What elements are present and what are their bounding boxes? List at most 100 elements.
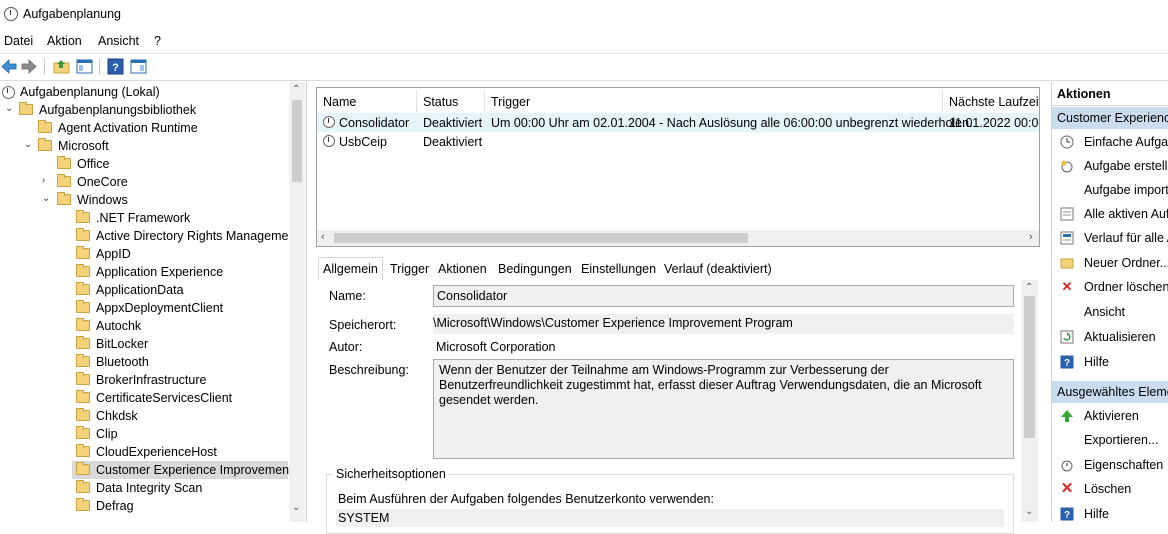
scrollbar-thumb[interactable] [292,100,302,182]
tree-item-brokerinfrastructure[interactable]: BrokerInfrastructure [0,371,290,389]
tree-item-clip[interactable]: Clip [0,425,290,443]
tree-item-bitlocker[interactable]: BitLocker [0,335,290,353]
actions-section-folder[interactable]: Customer Experience [1052,107,1168,129]
folder-icon [76,426,90,439]
tree-scrollbar[interactable]: ⌃ ⌄ [289,82,305,522]
folder-up-icon[interactable] [53,58,70,75]
tab-allgemein[interactable]: Allgemein [318,257,383,281]
tree-item-bluetooth[interactable]: Bluetooth [0,353,290,371]
tab-trigger[interactable]: Trigger [386,259,433,279]
detail-scrollbar[interactable]: ⌃ ⌄ [1021,280,1038,522]
menu-datei[interactable]: Datei [4,34,33,48]
action-import-task[interactable]: Aufgabe import [1052,179,1168,201]
column-header-trigger[interactable]: Trigger [485,90,943,112]
action-label: Eigenschaften [1084,458,1164,472]
properties-icon [1060,458,1074,472]
action-refresh[interactable]: Aktualisieren [1052,326,1168,348]
tree-item-library[interactable]: ⌄ Aufgabenplanungsbibliothek [0,101,290,119]
chevron-right-icon[interactable]: › [42,175,45,186]
scroll-down-icon[interactable]: ⌄ [292,502,300,513]
action-label: Verlauf für alle A [1084,231,1168,245]
task-name: Consolidator [339,116,410,130]
column-header-status[interactable]: Status [417,90,485,112]
chevron-down-icon[interactable]: ⌄ [5,103,13,114]
tree-item-onecore[interactable]: › OneCore [0,173,290,191]
action-new-folder[interactable]: Neuer Ordner... [1052,252,1168,274]
menu-aktion[interactable]: Aktion [47,34,82,48]
scrollbar-thumb[interactable] [1024,296,1035,438]
menu-help[interactable]: ? [154,34,161,48]
action-properties[interactable]: Eigenschaften [1052,454,1168,476]
name-field[interactable]: Consolidator [433,285,1014,307]
tab-aktionen[interactable]: Aktionen [434,259,491,279]
tree-item-customer-experience[interactable]: Customer Experience Improvement P [72,461,304,479]
enable-icon [1060,409,1074,423]
action-enable[interactable]: Aktivieren [1052,405,1168,427]
active-tasks-icon [1060,207,1074,221]
author-field[interactable]: Microsoft Corporation [436,340,1014,358]
tab-einstellungen[interactable]: Einstellungen [577,259,660,279]
tree-item-agent-activation-runtime[interactable]: Agent Activation Runtime [0,119,290,137]
tree-item-certificateservicesclient[interactable]: CertificateServicesClient [0,389,290,407]
location-value: \Microsoft\Windows\Customer Experience I… [433,316,793,330]
tree-item-application-experience[interactable]: Application Experience [0,263,290,281]
table-row[interactable]: UsbCeip Deaktiviert [317,132,1039,151]
tree-item-appid[interactable]: AppID [0,245,290,263]
action-active-tasks[interactable]: Alle aktiven Auf [1052,203,1168,225]
scrollbar-thumb[interactable] [334,233,748,243]
column-header-name[interactable]: Name [317,90,417,112]
tree-item-appxdeploymentclient[interactable]: AppxDeploymentClient [0,299,290,317]
action-pane-icon[interactable] [130,58,147,75]
tree-item-active-directory[interactable]: Active Directory Rights Management [0,227,299,245]
task-scheduler-icon [2,86,15,99]
history-icon [1060,231,1074,245]
security-account-label: Beim Ausführen der Aufgaben folgendes Be… [338,492,714,506]
scroll-up-icon[interactable]: ⌃ [1025,282,1033,293]
action-history[interactable]: Verlauf für alle A [1052,227,1168,249]
action-help-selected[interactable]: ? Hilfe [1052,503,1168,522]
action-basic-task[interactable]: Einfache Aufgab [1052,131,1168,153]
help-icon[interactable]: ? [107,58,124,75]
table-row[interactable]: Consolidator Deaktiviert Um 00:00 Uhr am… [317,113,1039,132]
security-account-field[interactable]: SYSTEM [336,509,1004,527]
tab-bedingungen[interactable]: Bedingungen [494,259,576,279]
console-tree-icon[interactable] [76,58,93,75]
tree-item-windows[interactable]: ⌄ Windows [0,191,290,209]
tree-item-autochk[interactable]: Autochk [0,317,290,335]
action-help[interactable]: ? Hilfe [1052,351,1168,373]
tree-item-label: .NET Framework [96,211,191,225]
chevron-down-icon[interactable]: ⌄ [24,139,32,150]
tree-item-cloudexperiencehost[interactable]: CloudExperienceHost [0,443,290,461]
action-create-task[interactable]: Aufgabe erstelle [1052,155,1168,177]
location-field[interactable]: \Microsoft\Windows\Customer Experience I… [433,314,1014,334]
folder-icon [76,444,90,457]
scroll-down-icon[interactable]: ⌄ [1025,506,1033,517]
action-view[interactable]: Ansicht [1052,301,1168,323]
scroll-up-icon[interactable]: ⌃ [292,84,300,95]
tree-item-label: Clip [96,427,118,441]
tree-item-defrag[interactable]: Defrag [0,497,290,515]
tree-item-chkdsk[interactable]: Chkdsk [0,407,290,425]
scroll-left-icon[interactable]: ‹ [321,231,325,243]
actions-section-selected[interactable]: Ausgewähltes Eleme [1052,381,1168,403]
tree-item-data-integrity-scan[interactable]: Data Integrity Scan [0,479,290,497]
tree-item-office[interactable]: Office [0,155,290,173]
tree-item-microsoft[interactable]: ⌄ Microsoft [0,137,290,155]
action-export[interactable]: Exportieren... [1052,429,1168,451]
forward-arrow-icon[interactable] [21,58,38,75]
action-delete[interactable]: ✕ Löschen [1052,478,1168,500]
tree-item-applicationdata[interactable]: ApplicationData [0,281,290,299]
list-hscrollbar[interactable]: ‹ › [317,230,1039,246]
menu-ansicht[interactable]: Ansicht [98,34,139,48]
tab-verlauf[interactable]: Verlauf (deaktiviert) [660,259,776,279]
action-label: Aktualisieren [1084,330,1156,344]
chevron-down-icon[interactable]: ⌄ [42,193,50,204]
action-delete-folder[interactable]: ✕ Ordner löschen [1052,276,1168,298]
tree-item-root[interactable]: Aufgabenplanung (Lokal) [0,83,290,101]
scroll-right-icon[interactable]: › [1029,231,1033,243]
tree-item-net-framework[interactable]: .NET Framework [0,209,290,227]
description-field[interactable]: Wenn der Benutzer der Teilnahme am Windo… [433,359,1014,459]
security-options-title: Sicherheitsoptionen [333,467,449,481]
back-arrow-icon[interactable] [0,58,17,75]
column-header-next-run[interactable]: Nächste Laufzeit [943,90,1039,112]
